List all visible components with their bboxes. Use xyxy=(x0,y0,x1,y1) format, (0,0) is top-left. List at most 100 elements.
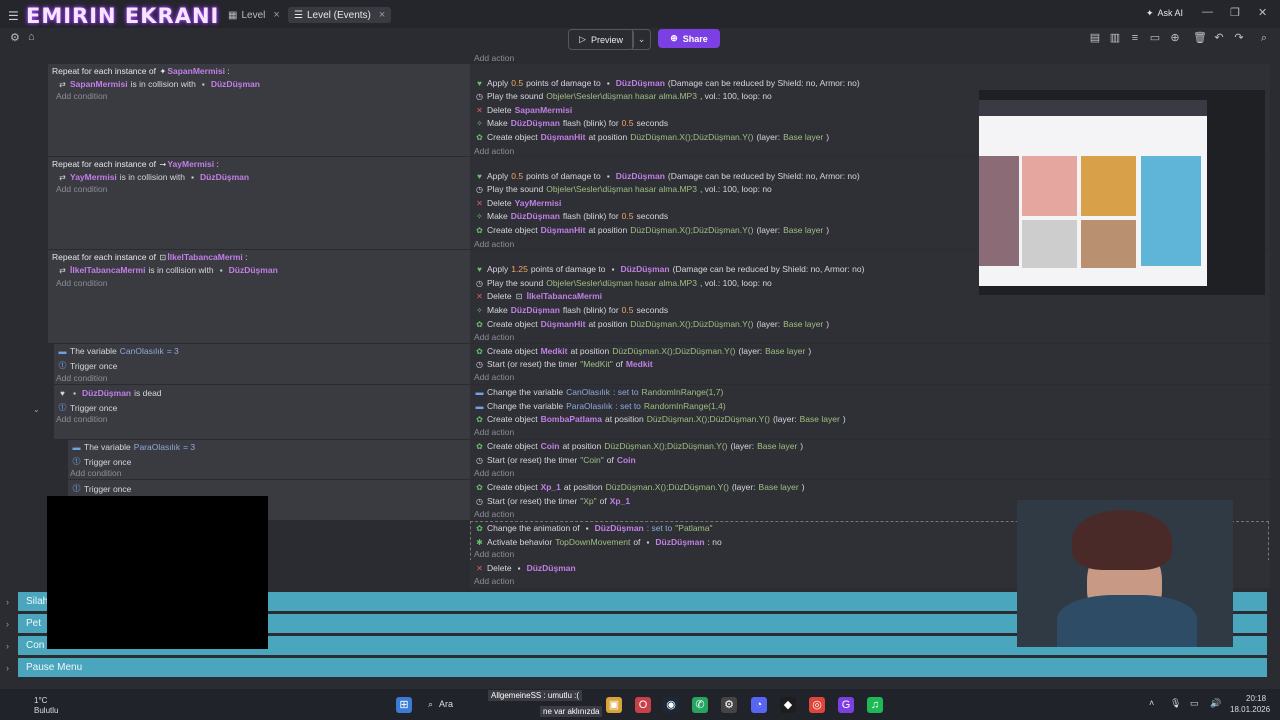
action-row[interactable]: ◷ Play the sound Objeler\Sesler\düşman has… xyxy=(475,184,772,194)
gdevelop-icon[interactable]: G xyxy=(838,697,854,713)
condition-row[interactable]: ⓵ Trigger once xyxy=(72,456,132,467)
repeat-header: Repeat for each instance of ➞YayMermisi … xyxy=(52,159,219,169)
tray-chevron-icon[interactable]: ˄ xyxy=(1149,698,1154,708)
add-condition-link[interactable]: Add condition xyxy=(56,414,108,424)
windows-start-icon[interactable]: ⊞ xyxy=(396,697,412,713)
chrome-icon[interactable]: ◎ xyxy=(809,697,825,713)
timer-icon: ◷ xyxy=(476,496,483,506)
action-row[interactable]: ✧ Make DüzDüşman flash (blink) for 0.5 second… xyxy=(475,305,668,315)
condition-row[interactable]: ⇄ İlkelTabancaMermi is in collision with ▪… xyxy=(58,265,278,275)
opera-icon[interactable]: O xyxy=(635,697,651,713)
menu-icon[interactable]: ☰ xyxy=(8,9,19,23)
display-icon[interactable]: ▭ xyxy=(1190,698,1199,709)
add-action-link[interactable]: Add action xyxy=(474,332,514,342)
add-condition-link[interactable]: Add condition xyxy=(56,373,108,383)
condition-row[interactable]: ⓵ Trigger once xyxy=(58,402,118,413)
tab-level-events[interactable]: ☰ Level (Events) × xyxy=(288,7,392,23)
delete-icon[interactable]: 🗑 xyxy=(1193,32,1207,44)
condition-row[interactable]: ⓵ Trigger once xyxy=(58,360,118,371)
action-row[interactable]: ◷ Start (or reset) the timer "Xp" of Xp_1 xyxy=(475,496,630,506)
add-condition-link[interactable]: Add condition xyxy=(70,468,122,478)
action-row[interactable]: ♥ Apply 0.5 points of damage to ▪ DüzDüşman (D… xyxy=(475,78,860,88)
whatsapp-icon[interactable]: ✆ xyxy=(692,697,708,713)
add-condition-link[interactable]: Add condition xyxy=(56,278,108,288)
action-row[interactable]: ◷ Start (or reset) the timer "MedKit" of Med… xyxy=(475,359,653,369)
add-event-icon[interactable]: ⊕ xyxy=(1169,32,1181,44)
add-condition-link[interactable]: Add condition xyxy=(56,91,108,101)
add-action-link[interactable]: Add action xyxy=(474,468,514,478)
condition-row[interactable]: ⓵ Trigger once xyxy=(72,483,132,494)
action-row[interactable]: ♥ Apply 0.5 points of damage to ▪ DüzDüşman (D… xyxy=(475,171,860,181)
action-row[interactable]: ✧ Make DüzDüşman flash (blink) for 0.5 second… xyxy=(475,118,668,128)
close-icon[interactable]: × xyxy=(379,9,385,21)
action-row[interactable]: ✿ Change the animation of ▪ DüzDüşman: set … xyxy=(475,523,712,533)
search-box[interactable]: ⌕ Ara xyxy=(428,699,453,710)
add-action-link[interactable]: Add action xyxy=(474,427,514,437)
close-window-icon[interactable]: ✕ xyxy=(1258,6,1267,19)
action-row[interactable]: ✿ Create object Medkit at position DüzDüşman… xyxy=(475,346,811,356)
condition-row[interactable]: ▬ The variable ParaOlasılık = 3 xyxy=(72,442,196,452)
preview-button[interactable]: ▷ Preview xyxy=(568,29,634,50)
action-row[interactable]: ✱ Activate behavior TopDownMovement of ▪ DüzD… xyxy=(475,537,722,547)
action-row[interactable]: ✕ Delete SapanMermisi xyxy=(475,105,572,115)
action-row[interactable]: ✿ Create object Coin at position DüzDüşman.X… xyxy=(475,441,803,451)
discord-icon[interactable]: ◔ xyxy=(751,697,767,713)
spotify-icon[interactable]: ♫ xyxy=(867,697,883,713)
filter-icon[interactable]: ≡ xyxy=(1129,32,1141,44)
add-action-link[interactable]: Add action xyxy=(474,372,514,382)
minimize-icon[interactable]: — xyxy=(1202,6,1213,18)
close-icon[interactable]: × xyxy=(273,9,279,21)
project-manager-icon[interactable]: ⚙ xyxy=(10,31,20,44)
home-icon[interactable]: ⌂ xyxy=(28,31,35,43)
condition-row[interactable]: ▬ The variable CanOlasılık = 3 xyxy=(58,346,179,356)
steam-icon[interactable]: ◉ xyxy=(663,697,679,713)
search-icon[interactable]: ⌕ xyxy=(1258,32,1270,44)
action-row[interactable]: ◷ Play the sound Objeler\Sesler\düşman has… xyxy=(475,91,772,101)
action-row[interactable]: ✕ Delete ▪ DüzDüşman xyxy=(475,563,576,573)
maximize-icon[interactable]: ❐ xyxy=(1230,6,1240,19)
microphone-icon[interactable]: 🎙 xyxy=(1170,698,1181,709)
action-row[interactable]: ✧ Make DüzDüşman flash (blink) for 0.5 second… xyxy=(475,211,668,221)
action-row[interactable]: ✿ Create object DüşmanHit at position DüzDüş… xyxy=(475,132,829,142)
action-row[interactable]: ✕ Delete ⊡ İlkelTabancaMermi xyxy=(475,291,602,301)
redo-icon[interactable]: ↷ xyxy=(1233,32,1245,44)
action-row[interactable]: ✿ Create object DüşmanHit at position DüzDüş… xyxy=(475,225,829,235)
tab-level[interactable]: ▦ Level × xyxy=(228,7,280,23)
action-row[interactable]: ◷ Start (or reset) the timer "Coin" of Coin xyxy=(475,455,636,465)
clock-date[interactable]: 18.01.2026 xyxy=(1230,705,1270,714)
object-groups-icon[interactable]: ▥ xyxy=(1109,32,1121,44)
ask-ai-button[interactable]: ✦ Ask AI xyxy=(1146,8,1183,19)
add-action-link[interactable]: Add action xyxy=(474,576,514,586)
add-action-link[interactable]: Add action xyxy=(474,146,514,156)
collapse-chevron-icon[interactable]: ⌄ xyxy=(33,405,40,414)
undo-icon[interactable]: ↶ xyxy=(1213,32,1225,44)
action-row[interactable]: ✿ Create object BombaPatlama at position Düz… xyxy=(475,414,846,424)
add-action-link[interactable]: Add action xyxy=(474,53,514,63)
preview-dropdown-button[interactable]: ⌄ xyxy=(632,29,651,50)
add-action-link[interactable]: Add action xyxy=(474,509,514,519)
volume-icon[interactable]: 🔊 xyxy=(1210,698,1221,709)
action-row[interactable]: ▬ Change the variable ParaOlasılık: set to… xyxy=(475,401,726,411)
objects-panel-icon[interactable]: ▤ xyxy=(1089,32,1101,44)
add-action-link[interactable]: Add action xyxy=(474,239,514,249)
action-row[interactable]: ✿ Create object Xp_1 at position DüzDüşman.X… xyxy=(475,482,804,492)
settings-icon[interactable]: ⚙ xyxy=(721,697,737,713)
action-row[interactable]: ✿ Create object DüşmanHit at position DüzDüş… xyxy=(475,319,829,329)
add-action-link[interactable]: Add action xyxy=(474,549,514,559)
file-explorer-icon[interactable]: ▣ xyxy=(606,697,622,713)
condition-row[interactable]: ♥ ▪ DüzDüşman is dead xyxy=(58,388,161,398)
event-block[interactable] xyxy=(48,64,470,157)
action-row[interactable]: ♥ Apply 1.25 points of damage to ▪ DüzDüşman(… xyxy=(475,264,864,274)
share-button[interactable]: ⊕ Share xyxy=(658,29,720,48)
clock-time[interactable]: 20:18 xyxy=(1246,694,1266,703)
android-icon[interactable]: ◆ xyxy=(780,697,796,713)
event-block[interactable] xyxy=(48,157,470,250)
comment-icon[interactable]: ▭ xyxy=(1149,32,1161,44)
condition-row[interactable]: ⇄ SapanMermisi is in collision with ▪ DüzDü… xyxy=(58,79,260,89)
action-row[interactable]: ▬ Change the variable CanOlasılık: set to R… xyxy=(475,387,724,397)
action-row[interactable]: ✕ Delete YayMermisi xyxy=(475,198,561,208)
action-row[interactable]: ◷ Play the sound Objeler\Sesler\düşman has… xyxy=(475,278,772,288)
event-group-pause-menu[interactable]: › Pause Menu xyxy=(6,656,1267,677)
add-condition-link[interactable]: Add condition xyxy=(56,184,108,194)
condition-row[interactable]: ⇄ YayMermisi is in collision with ▪ DüzDüşm… xyxy=(58,172,249,182)
